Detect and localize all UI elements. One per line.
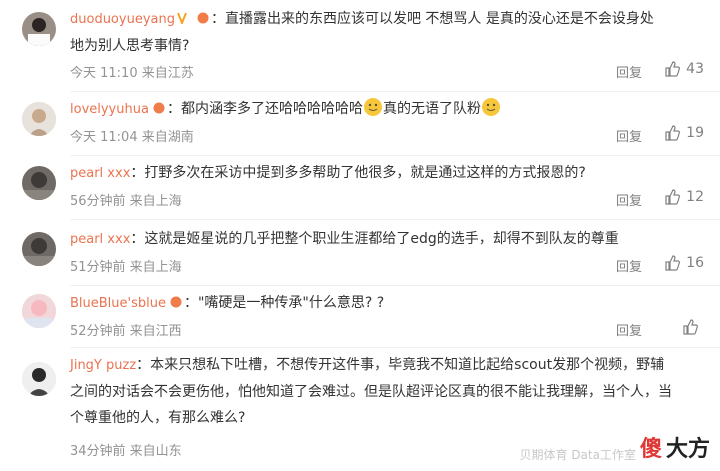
like-count: 19	[686, 125, 704, 141]
comment-meta: 51分钟前 来自上海	[70, 260, 182, 275]
comment-text: JingY puzz：本来只想私下吐槽，不想传开这件事，毕竟我不知道比起给sco…	[70, 352, 698, 431]
divider	[70, 347, 720, 348]
thumbs-up-icon	[665, 189, 681, 205]
comment-body-continued: 地为别人思考事情?	[70, 38, 190, 54]
comment-body: ：直播露出来的东西应该可以发吧 不想骂人 是真的没心还是不会设身处	[210, 11, 654, 27]
watermark-small-text: 贝期体育 Data工作室	[519, 448, 636, 462]
username-link[interactable]: BlueBlue'sblue	[70, 296, 166, 311]
comment-meta: 今天 11:04 来自湖南	[70, 130, 194, 145]
like-button[interactable]	[682, 319, 704, 335]
divider	[70, 91, 720, 92]
comment-item: pearl xxx：打野多次在采访中提到多多帮助了他很多，就是通过这样的方式报恩…	[0, 160, 720, 220]
comment-text: pearl xxx：这就是姬星说的几乎把整个职业生涯都给了edg的选手，却得不到…	[70, 226, 698, 253]
thumbs-up-icon	[683, 319, 698, 335]
reply-button[interactable]: 回复	[616, 126, 642, 145]
comment-body: ：都内涵李多了还哈哈哈哈哈哈	[166, 101, 363, 117]
reply-button[interactable]: 回复	[616, 256, 642, 275]
comment-body: ：本来只想私下吐槽，不想传开这件事，毕竟我不知道比起给scout发那个视频，野辅	[136, 357, 665, 373]
comment-body: ：打野多次在采访中提到多多帮助了他很多，就是通过这样的方式报恩的?	[130, 165, 586, 181]
like-count: 16	[686, 255, 704, 271]
comment-body: ："嘴硬是一种传承"什么意思? ?	[183, 295, 385, 311]
avatar[interactable]	[22, 12, 56, 46]
avatar[interactable]	[22, 362, 56, 396]
comment-item: BlueBlue'sblue ："嘴硬是一种传承"什么意思? ? 52分钟前 来自…	[0, 290, 720, 348]
fan-badge-icon	[153, 102, 165, 114]
comment-item: duoduoyueyang ：直播露出来的东西应该可以发吧 不想骂人 是真的没心还…	[0, 6, 720, 92]
divider	[70, 285, 720, 286]
comment-body-continued: 真的无语了队粉	[382, 101, 481, 117]
fan-badge-icon	[170, 296, 182, 308]
reply-button[interactable]: 回复	[616, 62, 642, 81]
like-button[interactable]: 12	[664, 189, 704, 205]
comment-body-continued: 个尊重他的人，有那么难么?	[70, 410, 246, 426]
divider	[70, 219, 720, 220]
comment-meta: 今天 11:10 来自江苏	[70, 66, 194, 81]
thumbs-up-icon	[665, 255, 681, 271]
reply-button[interactable]: 回复	[616, 320, 642, 339]
comment-item: pearl xxx：这就是姬星说的几乎把整个职业生涯都给了edg的选手，却得不到…	[0, 226, 720, 286]
smile-emoji-icon	[481, 98, 500, 116]
comment-item: lovelyyuhua ：都内涵李多了还哈哈哈哈哈哈 真的无语了队粉 今天 11:0…	[0, 96, 720, 156]
like-button[interactable]: 43	[664, 61, 704, 77]
comment-text: duoduoyueyang ：直播露出来的东西应该可以发吧 不想骂人 是真的没心还…	[70, 6, 698, 59]
avatar[interactable]	[22, 166, 56, 200]
username-link[interactable]: duoduoyueyang	[70, 12, 175, 27]
username-link[interactable]: JingY puzz	[70, 358, 136, 373]
username-link[interactable]: lovelyyuhua	[70, 102, 149, 117]
like-count: 43	[686, 61, 704, 77]
comment-body: ：这就是姬星说的几乎把整个职业生涯都给了edg的选手，却得不到队友的尊重	[130, 231, 619, 247]
fan-badge-icon	[197, 12, 209, 24]
thumbs-up-icon	[665, 125, 681, 141]
smile-emoji-icon	[363, 98, 382, 116]
comment-body-continued: 之间的对话会不会更伤他，怕他知道了会难过。但是队超评论区真的很不能让我理解，当个…	[70, 384, 672, 400]
comment-text: lovelyyuhua ：都内涵李多了还哈哈哈哈哈哈 真的无语了队粉	[70, 96, 698, 123]
username-link[interactable]: pearl xxx	[70, 166, 130, 181]
comment-text: pearl xxx：打野多次在采访中提到多多帮助了他很多，就是通过这样的方式报恩…	[70, 160, 698, 187]
watermark-logo-text: 大方	[665, 437, 710, 462]
divider	[70, 155, 720, 156]
like-button[interactable]: 19	[664, 125, 704, 141]
avatar[interactable]	[22, 294, 56, 328]
reply-button[interactable]: 回复	[616, 190, 642, 209]
comment-meta: 52分钟前 来自江西	[70, 324, 182, 339]
like-count: 12	[686, 189, 704, 205]
comment-text: BlueBlue'sblue ："嘴硬是一种传承"什么意思? ?	[70, 290, 698, 317]
avatar[interactable]	[22, 102, 56, 136]
verified-badge-icon	[177, 12, 187, 24]
comment-meta: 56分钟前 来自上海	[70, 194, 182, 209]
thumbs-up-icon	[665, 61, 681, 77]
like-button[interactable]: 16	[664, 255, 704, 271]
comment-meta: 34分钟前 来自山东	[70, 444, 182, 459]
avatar[interactable]	[22, 232, 56, 266]
watermark-logo-char: 傻	[639, 437, 662, 462]
watermark: 贝期体育 Data工作室 傻 大方	[520, 431, 711, 463]
username-link[interactable]: pearl xxx	[70, 232, 130, 247]
